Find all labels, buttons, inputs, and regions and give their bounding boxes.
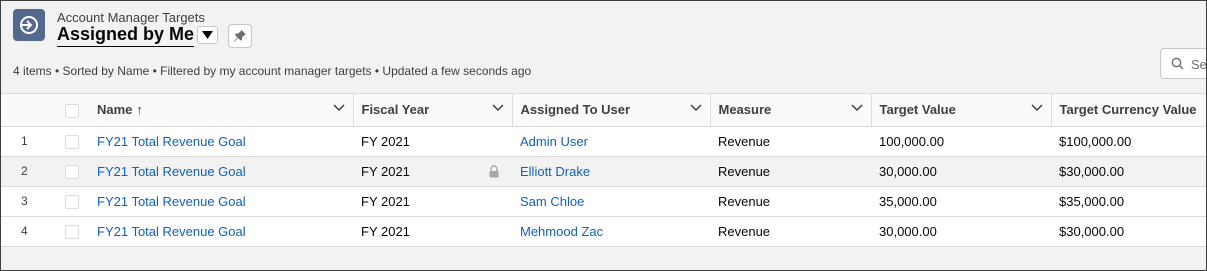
chevron-down-icon[interactable] bbox=[850, 104, 863, 112]
row-select-cell[interactable] bbox=[57, 156, 89, 187]
row-checkbox[interactable] bbox=[65, 224, 79, 239]
target-value-cell: 35,000.00 bbox=[871, 186, 1051, 217]
list-view-title[interactable]: Assigned by Me bbox=[57, 24, 195, 47]
measure-cell: Revenue bbox=[710, 186, 871, 217]
assigned-to-cell: Mehmood Zac bbox=[512, 216, 710, 247]
target-value-cell: 100,000.00 bbox=[871, 126, 1051, 157]
assigned-to-cell: Elliott Drake bbox=[512, 156, 710, 187]
list-table-container: Name ↑ Fiscal Year Assigned To User Measu… bbox=[1, 93, 1206, 270]
search-input[interactable] bbox=[1191, 55, 1206, 73]
name-cell: FY21 Total Revenue Goal bbox=[89, 216, 353, 247]
target-currency-value-cell: $30,000.00 bbox=[1051, 216, 1206, 247]
table-header-row: Name ↑ Fiscal Year Assigned To User Measu… bbox=[1, 94, 1206, 127]
table-row[interactable]: 3 FY21 Total Revenue Goal FY 2021 Sam Ch… bbox=[1, 186, 1206, 217]
target-value-cell: 30,000.00 bbox=[871, 216, 1051, 247]
record-name-link[interactable]: FY21 Total Revenue Goal bbox=[97, 194, 246, 209]
row-number: 3 bbox=[1, 186, 57, 217]
column-header-label: Target Currency Value bbox=[1059, 102, 1197, 118]
chevron-down-icon[interactable] bbox=[332, 104, 345, 112]
user-link[interactable]: Elliott Drake bbox=[520, 164, 590, 179]
list-view-header: Account Manager Targets Assigned by Me 4… bbox=[1, 1, 1206, 94]
row-select-cell[interactable] bbox=[57, 186, 89, 217]
name-cell: FY21 Total Revenue Goal bbox=[89, 156, 353, 187]
column-header-target-currency-value[interactable]: Target Currency Value bbox=[1051, 94, 1206, 127]
column-header-measure[interactable]: Measure bbox=[710, 94, 872, 127]
column-header-label: Target Value bbox=[879, 102, 956, 118]
row-number: 4 bbox=[1, 216, 57, 247]
target-currency-value-cell: $35,000.00 bbox=[1051, 186, 1206, 217]
fiscal-year-cell: FY 2021 bbox=[353, 156, 512, 187]
row-checkbox[interactable] bbox=[65, 194, 79, 209]
assigned-to-cell: Sam Chloe bbox=[512, 186, 710, 217]
list-table: Name ↑ Fiscal Year Assigned To User Measu… bbox=[1, 94, 1206, 247]
user-link[interactable]: Admin User bbox=[520, 134, 588, 149]
list-view-frame: Account Manager Targets Assigned by Me 4… bbox=[0, 0, 1207, 271]
search-icon bbox=[1171, 57, 1184, 70]
record-name-link[interactable]: FY21 Total Revenue Goal bbox=[97, 134, 246, 149]
chevron-down-icon[interactable] bbox=[491, 104, 504, 112]
fiscal-year-cell: FY 2021 bbox=[353, 216, 512, 247]
list-summary: 4 items • Sorted by Name • Filtered by m… bbox=[13, 64, 532, 78]
column-header-name[interactable]: Name ↑ bbox=[89, 94, 354, 127]
sort-ascending-icon: ↑ bbox=[136, 102, 143, 118]
table-row[interactable]: 2 FY21 Total Revenue Goal FY 2021 Elliot… bbox=[1, 156, 1206, 187]
target-currency-value-cell: $100,000.00 bbox=[1051, 126, 1206, 157]
row-select-cell[interactable] bbox=[57, 126, 89, 157]
measure-cell: Revenue bbox=[710, 156, 871, 187]
chevron-down-icon[interactable] bbox=[689, 104, 702, 112]
target-currency-value-cell: $30,000.00 bbox=[1051, 156, 1206, 187]
measure-cell: Revenue bbox=[710, 126, 871, 157]
name-cell: FY21 Total Revenue Goal bbox=[89, 126, 353, 157]
row-checkbox[interactable] bbox=[65, 164, 79, 179]
target-object-icon bbox=[13, 9, 45, 41]
pin-icon bbox=[234, 30, 246, 42]
pin-list-view-button[interactable] bbox=[228, 24, 252, 48]
user-link[interactable]: Sam Chloe bbox=[520, 194, 584, 209]
assigned-to-cell: Admin User bbox=[512, 126, 710, 157]
select-all-checkbox[interactable] bbox=[65, 103, 79, 118]
row-number: 2 bbox=[1, 156, 57, 187]
search-box[interactable] bbox=[1160, 48, 1206, 79]
column-header-assigned-to-user[interactable]: Assigned To User bbox=[512, 94, 711, 127]
list-view-switcher-button[interactable] bbox=[197, 26, 218, 44]
column-header-label: Measure bbox=[718, 102, 772, 118]
user-link[interactable]: Mehmood Zac bbox=[520, 224, 603, 239]
column-header-fiscal-year[interactable]: Fiscal Year bbox=[353, 94, 513, 127]
row-number: 1 bbox=[1, 126, 57, 157]
chevron-down-icon[interactable] bbox=[1030, 104, 1043, 112]
fiscal-year-value: FY 2021 bbox=[361, 163, 410, 179]
row-number-header bbox=[1, 94, 57, 127]
name-cell: FY21 Total Revenue Goal bbox=[89, 186, 353, 217]
lock-icon bbox=[489, 164, 499, 177]
table-row[interactable]: 1 FY21 Total Revenue Goal FY 2021 Admin … bbox=[1, 126, 1206, 157]
measure-cell: Revenue bbox=[710, 216, 871, 247]
caret-down-icon bbox=[202, 31, 213, 39]
target-value-cell: 30,000.00 bbox=[871, 156, 1051, 187]
column-header-label: Fiscal Year bbox=[361, 102, 430, 118]
table-row[interactable]: 4 FY21 Total Revenue Goal FY 2021 Mehmoo… bbox=[1, 216, 1206, 247]
row-select-cell[interactable] bbox=[57, 216, 89, 247]
record-name-link[interactable]: FY21 Total Revenue Goal bbox=[97, 164, 246, 179]
row-checkbox[interactable] bbox=[65, 134, 79, 149]
column-header-target-value[interactable]: Target Value bbox=[871, 94, 1052, 127]
column-header-label: Name bbox=[97, 102, 133, 118]
column-header-label: Assigned To User bbox=[520, 102, 631, 118]
object-label: Account Manager Targets bbox=[57, 10, 205, 25]
fiscal-year-cell: FY 2021 bbox=[353, 186, 512, 217]
record-name-link[interactable]: FY21 Total Revenue Goal bbox=[97, 224, 246, 239]
fiscal-year-cell: FY 2021 bbox=[353, 126, 512, 157]
select-all-header[interactable] bbox=[57, 94, 89, 127]
